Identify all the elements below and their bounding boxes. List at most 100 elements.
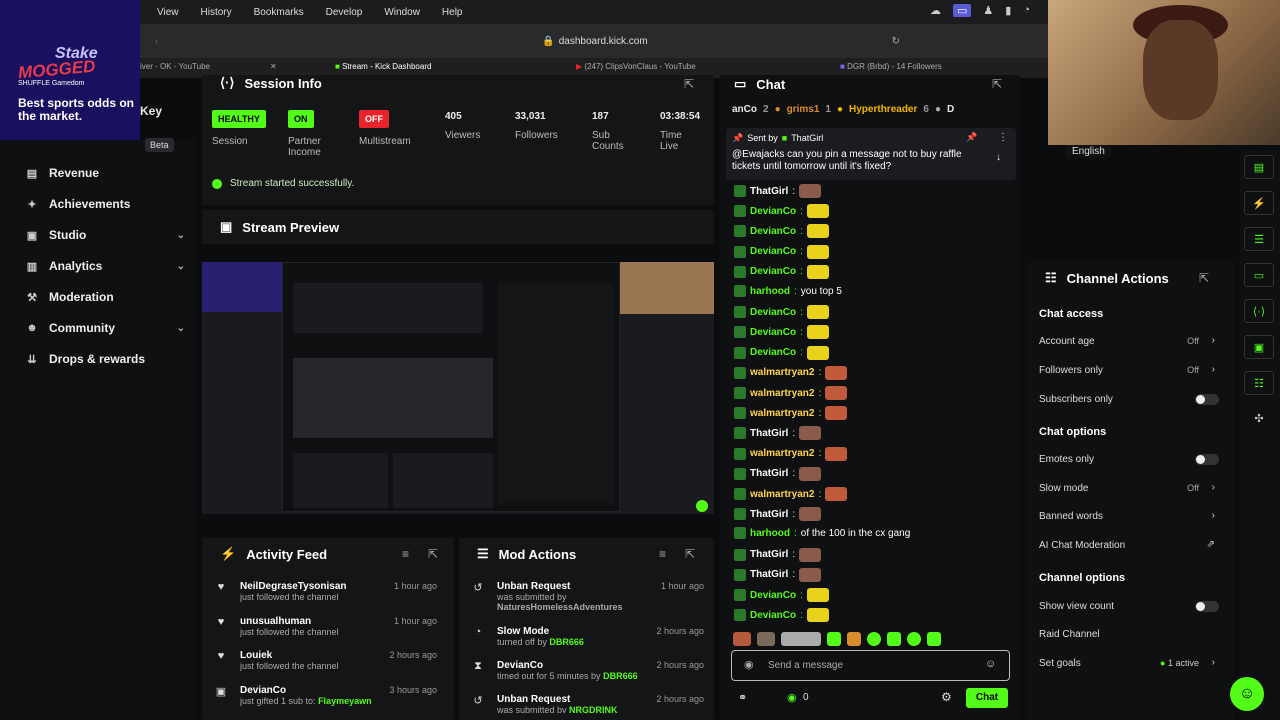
- chat-username[interactable]: ThatGirl: [750, 186, 788, 197]
- unpin-icon[interactable]: 📌: [966, 132, 977, 143]
- menu-develop[interactable]: Develop: [326, 7, 363, 18]
- emote-icon[interactable]: [757, 632, 775, 646]
- tab-youtube-2[interactable]: ▶ (247) ClipsVonClaus - YouTube: [576, 62, 696, 71]
- mod-target[interactable]: NaturesHomelessAdventures: [497, 602, 623, 612]
- battery-icon[interactable]: ▮: [1005, 4, 1011, 17]
- feed-user[interactable]: DevianCo: [240, 685, 372, 696]
- filter-icon[interactable]: ≡: [659, 547, 666, 561]
- sidebar-item-studio[interactable]: ▣ Studio ⌄: [25, 228, 185, 242]
- mod-target[interactable]: DBR666: [549, 637, 584, 647]
- chat-username[interactable]: walmartryan2: [750, 448, 814, 459]
- subscribers-only-toggle[interactable]: [1195, 394, 1219, 405]
- chat-username[interactable]: walmartryan2: [750, 367, 814, 378]
- chevron-down-icon[interactable]: ⌄: [177, 261, 185, 272]
- menu-help[interactable]: Help: [442, 7, 463, 18]
- menu-bookmarks[interactable]: Bookmarks: [254, 7, 304, 18]
- gifter-name[interactable]: grims1: [787, 104, 820, 115]
- chat-username[interactable]: harhood: [750, 528, 790, 539]
- gifter-name[interactable]: D: [947, 104, 954, 115]
- chat-username[interactable]: DevianCo: [750, 590, 796, 601]
- chat-username[interactable]: ThatGirl: [750, 468, 788, 479]
- robot-icon[interactable]: ♟: [983, 4, 993, 17]
- chat-username[interactable]: ThatGirl: [750, 428, 788, 439]
- filter-icon[interactable]: ≡: [402, 547, 409, 561]
- collapse-icon[interactable]: ↓: [996, 152, 1001, 163]
- emotes-only-toggle[interactable]: [1195, 454, 1219, 465]
- address-bar[interactable]: ‹ 🔒 dashboard.kick.com ↻: [140, 24, 1050, 58]
- stream-preview-video[interactable]: [202, 262, 714, 514]
- chevron-down-icon[interactable]: ⌄: [177, 230, 185, 241]
- tab-dgr[interactable]: ■ DGR (Brbd) - 14 Followers: [840, 62, 942, 71]
- feed-user[interactable]: Louiek: [240, 650, 339, 661]
- chat-username[interactable]: harhood: [750, 286, 790, 297]
- link-icon[interactable]: ⚭: [738, 691, 747, 704]
- emote-icon[interactable]: [927, 632, 941, 646]
- sidebar-item-achievements[interactable]: ✦ Achievements: [25, 197, 185, 211]
- chat-username[interactable]: DevianCo: [750, 610, 796, 621]
- chat-username[interactable]: DevianCo: [750, 206, 796, 217]
- gifter-name[interactable]: Hyperthreader: [849, 104, 917, 115]
- cloud-icon[interactable]: ☁: [930, 4, 941, 17]
- sidebar-item-community[interactable]: ☻ Community ⌄: [25, 321, 185, 335]
- chat-user-icon[interactable]: ◉: [744, 658, 754, 671]
- sidebar-item-revenue[interactable]: ▤ Revenue: [25, 166, 185, 180]
- banned-words-row[interactable]: Banned words ›: [1039, 510, 1219, 522]
- chat-icon[interactable]: ▭: [1244, 263, 1274, 287]
- preview-icon[interactable]: ▣: [1244, 335, 1274, 359]
- show-view-count-toggle[interactable]: [1195, 601, 1219, 612]
- chevron-down-icon[interactable]: ⌄: [177, 323, 185, 334]
- followers-only-row[interactable]: Followers only Off ›: [1039, 364, 1219, 376]
- gear-icon[interactable]: ⚙: [941, 690, 952, 704]
- chevron-left-icon[interactable]: ‹: [155, 36, 158, 47]
- sliders-icon[interactable]: ☷: [1244, 371, 1274, 395]
- chat-username[interactable]: walmartryan2: [750, 408, 814, 419]
- raid-channel-row[interactable]: Raid Channel: [1039, 629, 1219, 640]
- expand-icon[interactable]: ⇱: [684, 77, 694, 91]
- slow-mode-row[interactable]: Slow mode Off ›: [1039, 482, 1219, 494]
- url-text[interactable]: dashboard.kick.com: [559, 36, 648, 47]
- menu-history[interactable]: History: [201, 7, 232, 18]
- puzzle-icon[interactable]: ✣: [1244, 407, 1274, 431]
- sidebar-item-analytics[interactable]: ▥ Analytics ⌄: [25, 259, 185, 273]
- chat-username[interactable]: DevianCo: [750, 226, 796, 237]
- expand-icon[interactable]: ⇱: [428, 547, 438, 561]
- expand-icon[interactable]: ⇱: [992, 77, 1002, 91]
- dashboard-icon[interactable]: ▤: [1244, 155, 1274, 179]
- account-age-row[interactable]: Account age Off ›: [1039, 335, 1219, 347]
- more-icon[interactable]: ⋮: [998, 132, 1008, 143]
- emote-icon[interactable]: [907, 632, 921, 646]
- feed-user[interactable]: unusualhuman: [240, 616, 339, 627]
- emote-icon[interactable]: [887, 632, 901, 646]
- sidebar-item-drops[interactable]: ⇊ Drops & rewards: [25, 352, 185, 366]
- emote-icon[interactable]: [827, 632, 841, 646]
- sidebar-item-moderation[interactable]: ⚒ Moderation: [25, 290, 185, 304]
- support-chat-button[interactable]: ☺: [1230, 677, 1264, 711]
- chat-username[interactable]: DevianCo: [750, 266, 796, 277]
- emote-icon[interactable]: [733, 632, 751, 646]
- reload-icon[interactable]: ↻: [892, 36, 900, 47]
- chat-input[interactable]: Send a message: [731, 650, 1010, 681]
- chat-username[interactable]: walmartryan2: [750, 388, 814, 399]
- chat-username[interactable]: DevianCo: [750, 246, 796, 257]
- chat-username[interactable]: DevianCo: [750, 347, 796, 358]
- chat-username[interactable]: DevianCo: [750, 307, 796, 318]
- ai-moderation-row[interactable]: AI Chat Moderation ⇗: [1039, 539, 1219, 551]
- set-goals-row[interactable]: Set goals ● 1 active ›: [1039, 657, 1219, 669]
- chat-username[interactable]: ThatGirl: [750, 509, 788, 520]
- pinned-user[interactable]: ThatGirl: [791, 133, 823, 144]
- send-chat-button[interactable]: Chat: [966, 688, 1008, 708]
- session-icon[interactable]: ⟨·⟩: [1244, 299, 1274, 323]
- expand-icon[interactable]: ⇱: [1199, 271, 1209, 285]
- mod-target[interactable]: NRGDRINK: [569, 705, 618, 713]
- emote-icon[interactable]: [781, 632, 821, 646]
- sidebar-partial-key[interactable]: Key: [140, 104, 162, 118]
- tab-kick-dashboard[interactable]: ■ Stream - Kick Dashboard: [335, 62, 431, 71]
- list-icon[interactable]: ☰: [1244, 227, 1274, 251]
- feed-user[interactable]: NeilDegraseTysonisan: [240, 581, 347, 592]
- feed-target[interactable]: Flaymeyawn: [318, 696, 372, 706]
- chat-username[interactable]: ThatGirl: [750, 569, 788, 580]
- emote-icon[interactable]: [867, 632, 881, 646]
- chat-username[interactable]: walmartryan2: [750, 489, 814, 500]
- gifter-name[interactable]: anCo: [732, 104, 757, 115]
- expand-icon[interactable]: ⇱: [685, 547, 695, 561]
